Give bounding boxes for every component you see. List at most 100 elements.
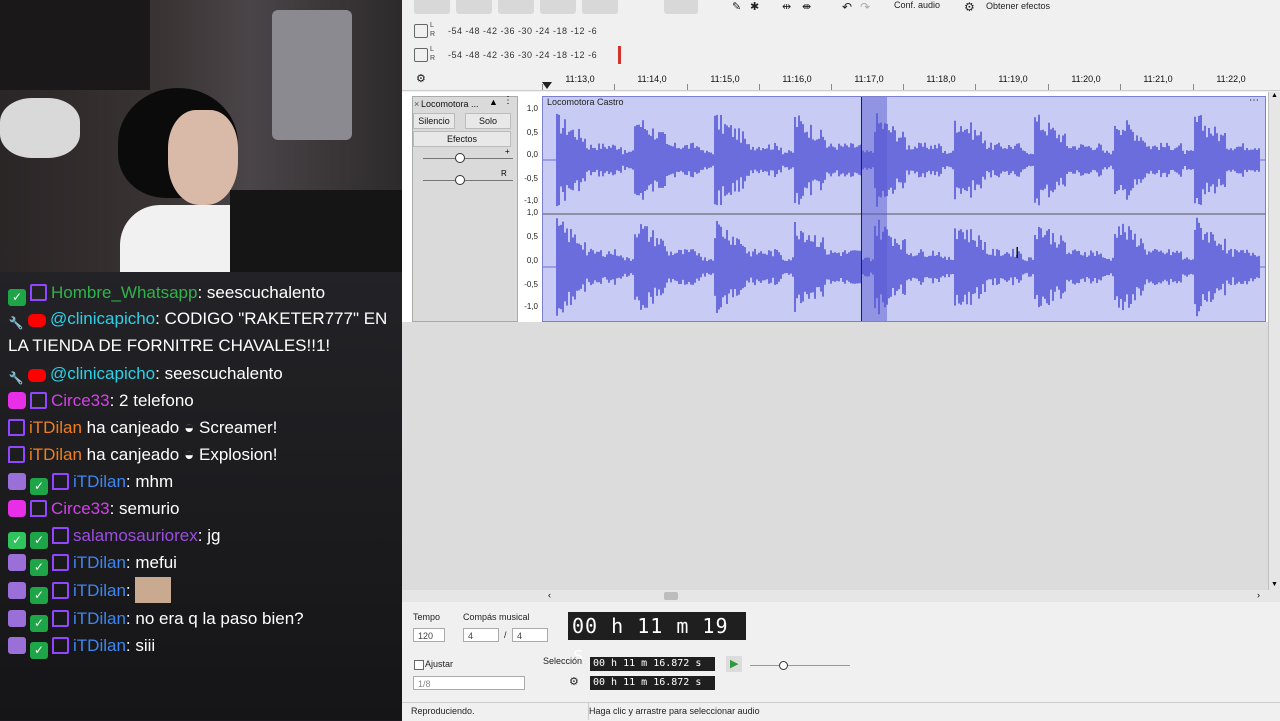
- selection-settings-icon[interactable]: ⚙: [569, 675, 579, 688]
- toolbar-button[interactable]: [582, 0, 618, 14]
- time-display[interactable]: 00 h 11 m 19 s: [568, 612, 746, 666]
- empty-track-space[interactable]: [402, 322, 1268, 590]
- chat-username[interactable]: @clinicapicho: [50, 364, 155, 383]
- ruler-tick-mark: [903, 84, 904, 90]
- webcam-overlay: [0, 0, 414, 272]
- record-meter-scale: -54 -48 -42 -36 -30 -24 -18 -12 -6: [448, 26, 598, 36]
- ruler-tick-mark: [759, 84, 760, 90]
- collapse-icon[interactable]: ▲: [489, 97, 498, 107]
- gem-badge-icon: [8, 500, 26, 517]
- effects-button[interactable]: Efectos: [413, 131, 511, 147]
- ruler-tick-label: 11:22,0: [1216, 74, 1246, 84]
- twitch-icon: [30, 284, 47, 301]
- chat-username[interactable]: iTDilan: [73, 553, 126, 572]
- audio-settings-button[interactable]: Conf. audio: [894, 0, 940, 10]
- redo-icon[interactable]: ↷: [860, 0, 870, 14]
- multi-tool-icon[interactable]: ✱: [750, 0, 759, 13]
- chat-username[interactable]: @clinicapicho: [50, 309, 155, 328]
- gain-slider[interactable]: [423, 158, 513, 159]
- clip-title[interactable]: Locomotora Castro: [547, 97, 624, 107]
- play-speed-knob[interactable]: [779, 661, 788, 670]
- pan-slider-knob[interactable]: [455, 175, 465, 185]
- chat-username[interactable]: Hombre_Whatsapp: [51, 283, 197, 302]
- timeline-ruler[interactable]: ⚙ 11:13,0 11:14,0 11:15,0 11:16,0 11:17,0 11:…: [402, 68, 1280, 91]
- chat-separator: :: [125, 581, 131, 600]
- toolbar-button[interactable]: [414, 0, 450, 14]
- ruler-tick-label: 11:13,0: [565, 74, 595, 84]
- stream-chat: ✓ Hombre_Whatsapp: seescuchalento 🔧 @clinic…: [0, 272, 402, 720]
- ruler-tick-mark: [831, 84, 832, 90]
- vertical-amplitude-scale[interactable]: 1,0 0,5 0,0 -0,5 -1,0 1,0 0,5 0,0 -0,5 -1,0: [518, 96, 540, 320]
- background-shelf: [0, 0, 150, 90]
- solo-button[interactable]: Solo: [465, 113, 511, 129]
- vertical-scrollbar[interactable]: ▲ ▼: [1268, 92, 1280, 590]
- signature-numerator[interactable]: 4: [463, 628, 499, 642]
- gain-slider-knob[interactable]: [455, 153, 465, 163]
- verified-badge-icon: ✓: [30, 478, 48, 495]
- snap-select[interactable]: 1/8: [413, 676, 525, 690]
- chat-username[interactable]: iTDilan: [73, 581, 126, 600]
- play-head-marker[interactable]: [542, 82, 552, 89]
- meter-r-label: R: [430, 55, 436, 62]
- get-effects-button[interactable]: Obtener efectos: [986, 1, 1050, 11]
- play-speed-slider[interactable]: [750, 665, 850, 666]
- chat-username[interactable]: Circe33: [51, 391, 110, 410]
- track-menu-icon[interactable]: ⋮: [503, 95, 513, 106]
- selection-start-time[interactable]: 00 h 11 m 16.872 s: [590, 657, 715, 671]
- silence-icon[interactable]: ⇼: [802, 0, 811, 13]
- verified-badge-icon: ✓: [30, 642, 48, 659]
- toolbar-button[interactable]: [456, 0, 492, 14]
- scroll-right-icon[interactable]: ›: [1257, 590, 1260, 600]
- horizontal-scroll-thumb[interactable]: [664, 592, 678, 600]
- twitch-icon: [52, 637, 69, 654]
- chat-username[interactable]: iTDilan: [73, 636, 126, 655]
- selection-end-time[interactable]: 00 h 11 m 16.872 s: [590, 676, 715, 690]
- selection-toolbar: Tempo 120 Compás musical 4 / 4 00 h 11 m…: [402, 602, 1280, 702]
- play-at-speed-button[interactable]: ▶: [726, 656, 742, 672]
- scroll-down-icon[interactable]: ▼: [1271, 581, 1278, 588]
- signature-denominator[interactable]: 4: [512, 628, 548, 642]
- waveform-clip[interactable]: Locomotora Castro ⋯ I: [542, 95, 1266, 322]
- pan-slider[interactable]: [423, 180, 513, 181]
- sub-badge-icon: [8, 637, 26, 654]
- mute-button[interactable]: Silencio: [413, 113, 455, 129]
- toolbar-button[interactable]: [498, 0, 534, 14]
- close-track-icon[interactable]: ×: [414, 99, 419, 109]
- troll-face-image: [0, 98, 80, 158]
- youtube-icon: [28, 314, 46, 327]
- chat-username[interactable]: iTDilan: [29, 418, 82, 437]
- chat-text: ha canjeado ◒ Screamer!: [81, 418, 278, 437]
- scroll-left-icon[interactable]: ‹: [548, 590, 551, 600]
- ruler-tick-label: 11:17,0: [854, 74, 884, 84]
- playback-cursor: [861, 97, 862, 321]
- timeline-settings-icon[interactable]: ⚙: [416, 72, 426, 85]
- pencil-icon[interactable]: ✎: [732, 0, 741, 13]
- toolbar-button[interactable]: [540, 0, 576, 14]
- play-icon: ▶: [730, 658, 739, 670]
- verified-badge-icon: ✓: [30, 532, 48, 549]
- youtube-icon: [28, 369, 46, 382]
- horizontal-scrollbar[interactable]: ‹ ›: [402, 590, 1280, 602]
- toolbar-button[interactable]: [664, 0, 698, 14]
- chat-username[interactable]: iTDilan: [29, 445, 82, 464]
- scroll-up-icon[interactable]: ▲: [1271, 92, 1278, 99]
- record-meter[interactable]: LR -54 -48 -42 -36 -30 -24 -18 -12 -6: [414, 20, 634, 42]
- clip-menu-icon[interactable]: ⋯: [1249, 95, 1259, 106]
- sub-badge-icon: [8, 610, 26, 627]
- chat-text: mhm: [130, 472, 174, 491]
- undo-icon[interactable]: ↶: [842, 0, 852, 14]
- trim-icon[interactable]: ⇹: [782, 0, 791, 13]
- chat-username[interactable]: iTDilan: [73, 609, 126, 628]
- ruler-tick-mark: [687, 84, 688, 90]
- tempo-input[interactable]: 120: [413, 628, 445, 642]
- chat-username[interactable]: Circe33: [51, 499, 110, 518]
- snap-checkbox[interactable]: [414, 660, 424, 670]
- verified-badge-icon: ✓: [30, 587, 48, 604]
- chat-username[interactable]: iTDilan: [73, 472, 126, 491]
- chat-text: seescuchalento: [202, 283, 326, 302]
- plug-icon[interactable]: ⚙: [964, 0, 975, 14]
- playback-meter[interactable]: LR -54 -48 -42 -36 -30 -24 -18 -12 -6: [414, 44, 634, 66]
- ruler-tick-label: 11:19,0: [998, 74, 1028, 84]
- track-name[interactable]: Locomotora ...: [421, 99, 479, 109]
- chat-username[interactable]: salamosauriorex: [73, 526, 198, 545]
